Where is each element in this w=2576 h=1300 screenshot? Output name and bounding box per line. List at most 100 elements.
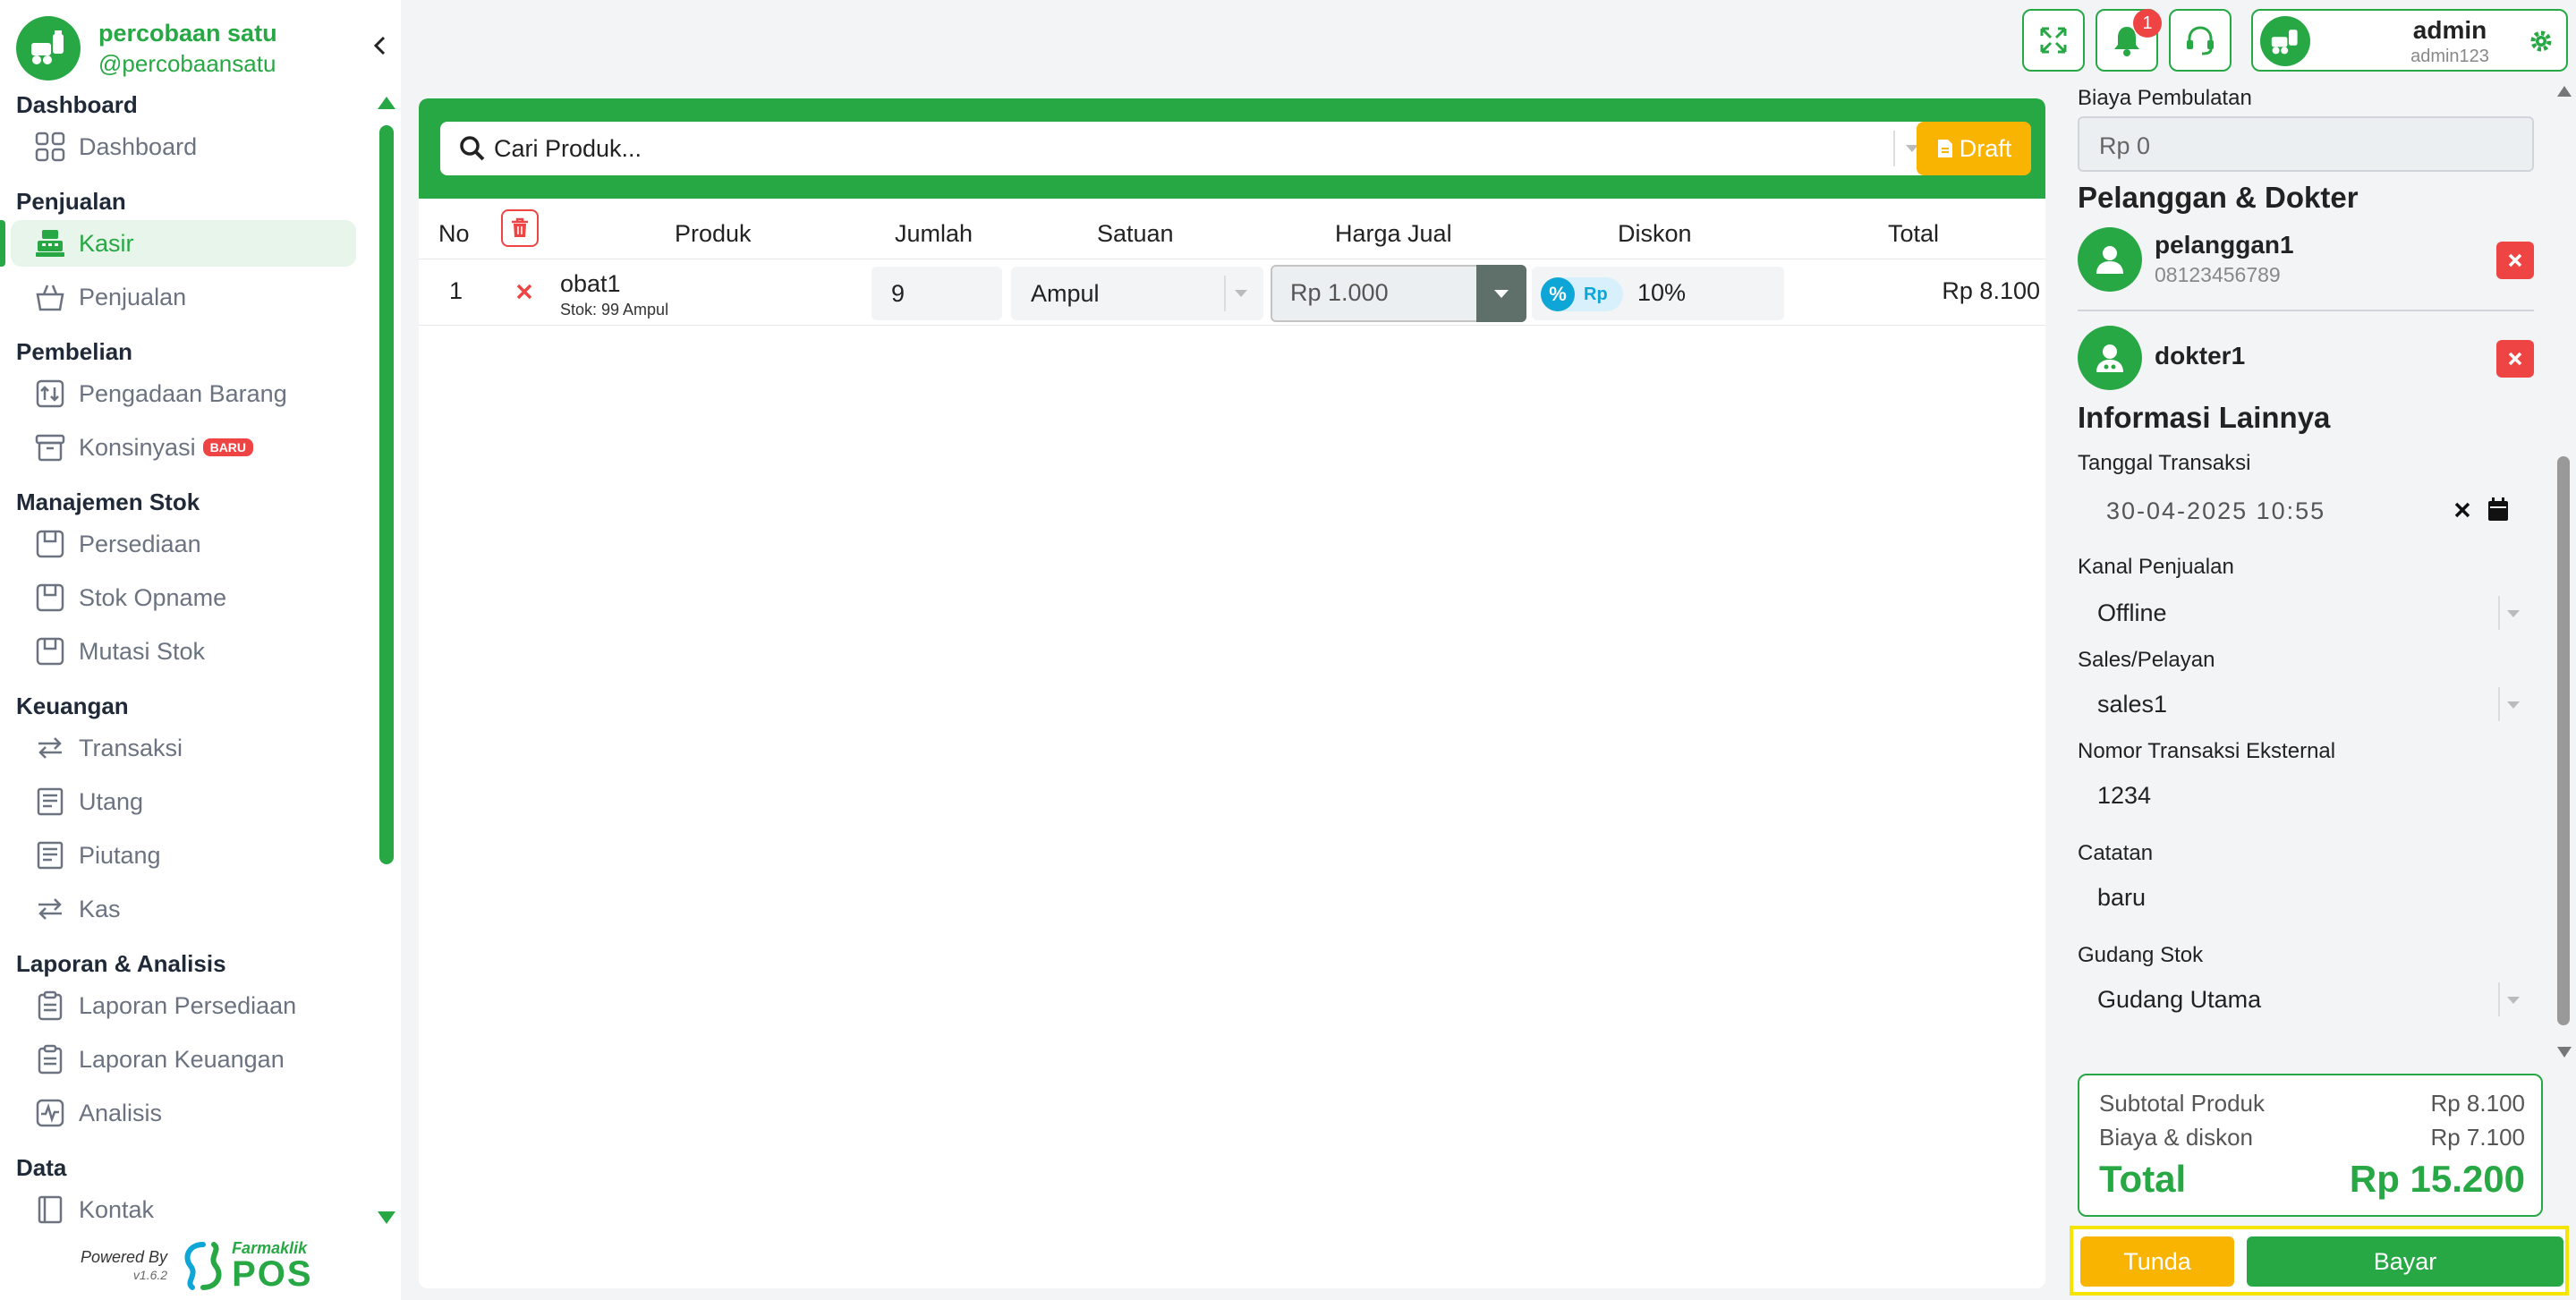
clipboard-icon	[32, 988, 68, 1024]
price-value: Rp 1.000	[1290, 279, 1389, 306]
draft-button[interactable]: Draft	[1917, 122, 2031, 175]
table-header: No Produk Jumlah Satuan Harga Jual Disko…	[419, 199, 2045, 259]
sidebar-item-mutasi-stok[interactable]: Mutasi Stok	[11, 628, 356, 675]
other-info-title: Informasi Lainnya	[2078, 401, 2331, 434]
user-menu[interactable]: admin admin123	[2251, 9, 2568, 72]
sidebar-item-kontak[interactable]: Kontak	[11, 1186, 356, 1226]
table-row: 1 obat1 Stok: 99 Ampul 9 Ampul Rp 1.000 …	[419, 259, 2045, 326]
sidebar-item-piutang[interactable]: Piutang	[11, 832, 356, 879]
hold-button[interactable]: Tunda	[2080, 1236, 2234, 1287]
clear-date-icon[interactable]	[2453, 501, 2471, 519]
quantity-input[interactable]: 9	[871, 267, 1002, 320]
discount-type-toggle[interactable]: % Rp	[1541, 277, 1623, 311]
details-scrollbar[interactable]	[2555, 86, 2573, 1058]
note-label: Catatan	[2078, 841, 2154, 865]
section-title-manajemen-stok: Manajemen Stok	[16, 489, 200, 515]
sidebar-item-label: Kas	[79, 895, 121, 922]
doctor-name: dokter1	[2155, 342, 2246, 370]
chevron-down-icon[interactable]	[2498, 596, 2525, 630]
product-search[interactable]	[440, 122, 1929, 175]
sidebar-item-label: Mutasi Stok	[79, 637, 206, 665]
gear-icon[interactable]	[2529, 29, 2554, 54]
divider	[2078, 310, 2534, 311]
scroll-up-icon[interactable]	[378, 97, 395, 109]
support-button[interactable]	[2169, 9, 2232, 72]
sidebar-scrollbar[interactable]	[378, 97, 395, 1224]
date-label: Tanggal Transaksi	[2078, 451, 2251, 475]
pay-button[interactable]: Bayar	[2247, 1236, 2563, 1287]
scrollbar-thumb[interactable]	[2557, 456, 2570, 1025]
sales-select[interactable]: sales1	[2078, 676, 2534, 732]
sidebar-item-label: Utang	[79, 787, 144, 815]
sidebar-item-label: Dashboard	[79, 132, 198, 160]
sidebar-item-dashboard[interactable]: Dashboard	[11, 123, 356, 170]
sidebar-item-transaksi[interactable]: Transaksi	[11, 725, 356, 771]
doctor-card: dokter1	[2078, 320, 2534, 397]
cash-register-icon	[32, 225, 68, 261]
sidebar-item-persediaan[interactable]: Persediaan	[11, 521, 356, 567]
warehouse-select[interactable]: Gudang Utama	[2078, 972, 2534, 1027]
col-diskon: Diskon	[1618, 220, 1692, 247]
clipboard-icon	[32, 1041, 68, 1077]
sidebar-item-pengadaan-barang[interactable]: Pengadaan Barang	[11, 370, 356, 417]
customers-title: Pelanggan & Dokter	[2078, 181, 2359, 214]
user-id: admin123	[2410, 47, 2489, 66]
chevron-down-icon[interactable]	[2498, 687, 2525, 721]
sidebar-item-utang[interactable]: Utang	[11, 778, 356, 825]
external-number-input[interactable]: 1234	[2078, 768, 2534, 823]
col-produk: Produk	[675, 220, 752, 247]
unit-select[interactable]: Ampul	[1011, 267, 1263, 320]
remove-customer-button[interactable]	[2496, 242, 2534, 279]
product-name-big: POS	[232, 1254, 313, 1294]
date-input[interactable]: 30-04-2025 10:55	[2078, 483, 2534, 539]
total-row: Total Rp 15.200	[2099, 1158, 2525, 1201]
price-dropdown-button[interactable]	[1476, 265, 1526, 322]
col-no: No	[438, 220, 470, 247]
sidebar-item-laporan-persediaan[interactable]: Laporan Persediaan	[11, 982, 356, 1029]
sidebar-item-kasir[interactable]: Kasir	[0, 220, 356, 267]
note-input[interactable]: baru	[2078, 870, 2534, 925]
sidebar-item-laporan-keuangan[interactable]: Laporan Keuangan	[11, 1036, 356, 1083]
collapse-sidebar-button[interactable]	[367, 32, 394, 59]
remove-row-icon[interactable]	[514, 281, 535, 302]
sidebar-item-analisis[interactable]: Analisis	[11, 1090, 356, 1136]
channel-select[interactable]: Offline	[2078, 585, 2534, 641]
sidebar-item-konsinyasi[interactable]: Konsinyasi BARU	[11, 424, 356, 471]
price-select[interactable]: Rp 1.000	[1271, 265, 1526, 322]
scroll-up-icon[interactable]	[2557, 86, 2572, 97]
draft-label: Draft	[1959, 134, 2012, 162]
box-icon	[32, 580, 68, 616]
search-input[interactable]	[494, 123, 1893, 174]
sidebar-item-kas[interactable]: Kas	[11, 886, 356, 932]
row-number: 1	[449, 277, 463, 304]
total-label: Total	[2099, 1158, 2187, 1200]
pharmacy-logo-icon	[16, 16, 81, 81]
chevron-down-icon[interactable]	[2498, 982, 2525, 1016]
activity-icon	[32, 1095, 68, 1131]
transfer-icon	[32, 891, 68, 927]
transaction-details: Biaya Pembulatan Rp 0 Pelanggan & Dokter…	[2063, 82, 2555, 1059]
scroll-down-icon[interactable]	[2557, 1047, 2572, 1058]
section-title-pembelian: Pembelian	[16, 338, 133, 365]
delete-all-button[interactable]	[501, 209, 539, 247]
calendar-icon[interactable]	[2487, 497, 2509, 523]
discount-field[interactable]: % Rp 10%	[1532, 267, 1784, 320]
grid-icon	[32, 129, 68, 165]
receipt-icon	[32, 837, 68, 873]
notification-count-badge: 1	[2133, 9, 2162, 38]
fullscreen-button[interactable]	[2022, 9, 2085, 72]
chevron-down-icon[interactable]	[1224, 276, 1254, 311]
farmaklik-pos-logo: Farmaklik POS	[178, 1240, 312, 1292]
document-icon	[1937, 140, 1952, 157]
farmaklik-logo-icon	[184, 1242, 222, 1290]
remove-doctor-button[interactable]	[2496, 340, 2534, 378]
scroll-down-icon[interactable]	[378, 1211, 395, 1224]
rounding-input[interactable]: Rp 0	[2078, 116, 2534, 172]
sidebar-item-label: Pengadaan Barang	[79, 379, 287, 407]
sidebar-item-penjualan[interactable]: Penjualan	[11, 274, 356, 320]
sidebar-item-stok-opname[interactable]: Stok Opname	[11, 574, 356, 621]
powered-by: Powered By v1.6.2 Farmaklik POS	[81, 1240, 313, 1292]
notifications-button[interactable]: 1	[2096, 9, 2162, 72]
sales-label: Sales/Pelayan	[2078, 648, 2215, 672]
scrollbar-thumb[interactable]	[379, 125, 394, 864]
